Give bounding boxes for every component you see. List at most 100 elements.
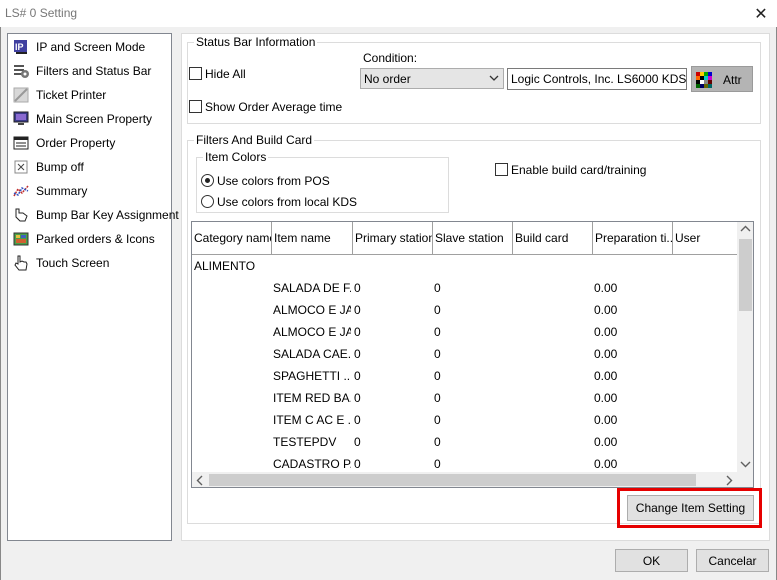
nav-item-main-screen-property[interactable]: Main Screen Property [10,108,170,130]
nav-item-label: Main Screen Property [36,112,153,126]
category-cell[interactable]: ALIMENTO [194,259,255,273]
prep-time-cell: 0.00 [594,303,618,317]
nav-item-label: Bump Bar Key Assignment [36,208,179,222]
slave-station-cell: 0 [434,369,441,383]
nav-item-label: Touch Screen [36,256,110,270]
item-name-cell: TESTEPDV [273,435,337,449]
primary-station-cell: 0 [354,457,361,471]
order-icon [13,135,30,151]
summary-icon [13,183,30,199]
slave-station-cell: 0 [434,457,441,471]
hide-all-label: Hide All [205,67,246,81]
hide-all-checkbox[interactable] [189,67,202,80]
use-local-kds-colors-radio[interactable] [201,195,214,208]
column-header-slave-station[interactable]: Slave station [433,222,513,255]
column-header-preparation-time[interactable]: Preparation ti... [593,222,673,255]
settings-nav: IP IP and Screen Mode Filters and Status… [7,33,179,541]
nav-item-bump-bar-key-assignment[interactable]: Bump Bar Key Assignment [10,204,179,226]
prep-time-cell: 0.00 [594,369,618,383]
use-pos-colors-radio[interactable] [201,174,214,187]
ok-button[interactable]: OK [615,549,688,572]
window-title: LS# 0 Setting [5,6,78,20]
parked-icon [13,231,30,247]
slave-station-cell: 0 [434,391,441,405]
column-header-item-name[interactable]: Item name [272,222,353,255]
show-order-average-checkbox[interactable] [189,100,202,113]
slave-station-cell: 0 [434,303,441,317]
scroll-right-icon[interactable] [724,475,734,487]
nav-item-label: Order Property [36,136,116,150]
chevron-down-icon [488,71,500,88]
bumpbar-icon [13,207,30,223]
group-title: Status Bar Information [194,35,318,49]
horizontal-scroll-thumb[interactable] [209,474,696,486]
show-order-average-label: Show Order Average time [205,100,343,114]
nav-item-label: Bump off [36,160,84,174]
item-name-cell: SALADA DE F... [273,281,351,295]
nav-item-parked-orders-icons[interactable]: Parked orders & Icons [10,228,170,250]
slave-station-cell: 0 [434,325,441,339]
condition-label: Condition: [363,51,418,65]
column-header-category[interactable]: Category name [192,222,272,255]
cancel-button[interactable]: Cancelar [696,549,769,572]
item-name-cell: ALMOCO E JA... [273,325,351,339]
status-text-input[interactable]: Logic Controls, Inc. LS6000 KDS De [507,68,687,90]
svg-text:IP: IP [15,42,24,52]
primary-station-cell: 0 [354,347,361,361]
item-name-cell: SPAGHETTI ... [273,369,351,383]
column-header-user[interactable]: User [673,222,737,255]
filters-icon [13,63,30,79]
bump-icon [13,159,30,175]
enable-build-card-label: Enable build card/training [511,163,647,177]
scroll-corner [737,472,753,487]
change-item-setting-button[interactable]: Change Item Setting [627,495,754,521]
nav-item-label: Filters and Status Bar [36,64,152,78]
attr-button[interactable]: Attr [691,66,753,92]
prep-time-cell: 0.00 [594,347,618,361]
nav-item-label: Parked orders & Icons [36,232,155,246]
scroll-down-icon[interactable] [740,459,751,472]
nav-item-bump-off[interactable]: Bump off [10,156,170,178]
primary-station-cell: 0 [354,281,361,295]
item-name-cell: ITEM RED BA... [273,391,351,405]
nav-item-summary[interactable]: Summary [10,180,170,202]
use-pos-colors-label: Use colors from POS [217,174,330,188]
primary-station-cell: 0 [354,413,361,427]
close-icon[interactable]: ✕ [745,0,777,27]
prep-time-cell: 0.00 [594,281,618,295]
nav-item-label: Summary [36,184,88,198]
scroll-up-icon[interactable] [740,224,751,237]
slave-station-cell: 0 [434,435,441,449]
condition-value: No order [364,72,411,86]
group-title: Item Colors [203,150,269,164]
item-name-cell: ITEM C AC E ... [273,413,351,427]
title-bar: LS# 0 Setting ✕ [0,0,777,27]
horizontal-scrollbar[interactable] [192,472,737,487]
enable-build-card-checkbox[interactable] [495,163,508,176]
column-header-build-card[interactable]: Build card [513,222,593,255]
nav-item-touch-screen[interactable]: Touch Screen [10,252,170,274]
color-palette-icon [696,72,712,91]
column-header-primary-station[interactable]: Primary station [353,222,433,255]
slave-station-cell: 0 [434,413,441,427]
item-name-cell: SALADA CAE... [273,347,351,361]
vertical-scrollbar[interactable] [737,222,753,472]
prep-time-cell: 0.00 [594,391,618,405]
nav-item-ticket-printer[interactable]: Ticket Printer [10,84,170,106]
prep-time-cell: 0.00 [594,435,618,449]
item-name-cell: CADASTRO P... [273,457,351,471]
attr-label: Attr [723,73,742,87]
vertical-scroll-thumb[interactable] [739,239,752,311]
nav-item-filters-status-bar[interactable]: Filters and Status Bar [10,60,170,82]
prep-time-cell: 0.00 [594,457,618,471]
condition-dropdown[interactable]: No order [360,68,504,89]
nav-item-order-property[interactable]: Order Property [10,132,170,154]
primary-station-cell: 0 [354,325,361,339]
slave-station-cell: 0 [434,281,441,295]
nav-item-ip-screen-mode[interactable]: IP IP and Screen Mode [10,36,170,58]
items-table: Category name Item name Primary station … [191,221,754,488]
primary-station-cell: 0 [354,435,361,449]
slave-station-cell: 0 [434,347,441,361]
scroll-left-icon[interactable] [195,475,205,487]
group-title: Filters And Build Card [194,133,315,147]
